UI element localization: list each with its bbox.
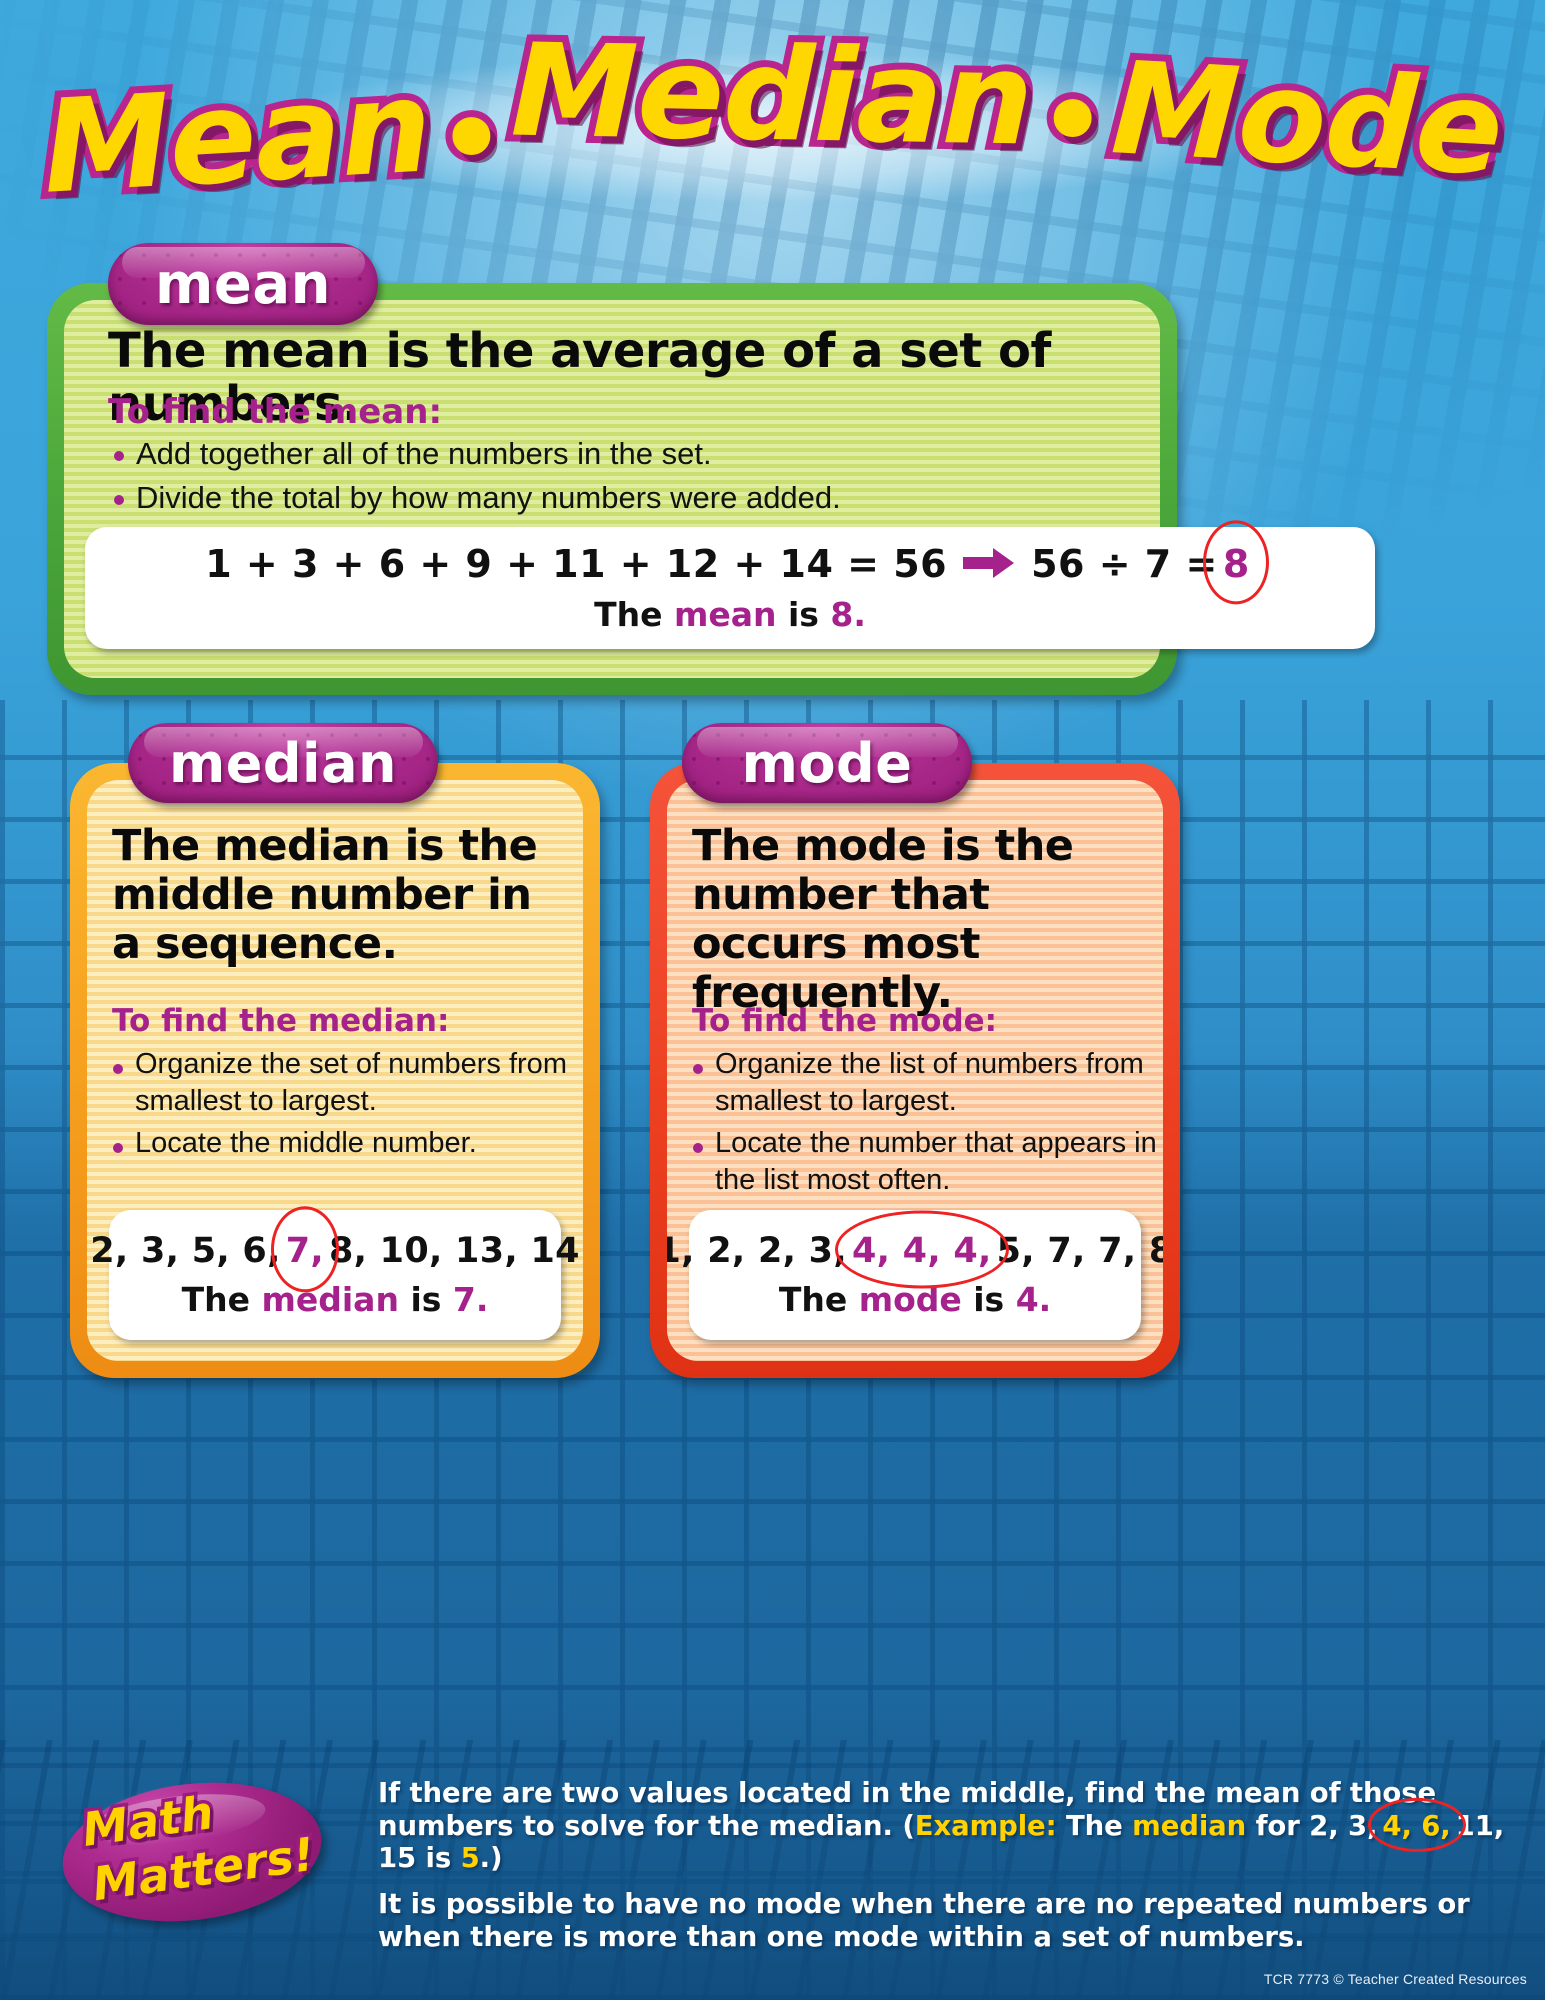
mean-answer-value: 8 xyxy=(1222,542,1250,586)
mean-result-prefix: The xyxy=(594,595,674,634)
median-seq-after: 8, 10, 13, 14 xyxy=(328,1231,580,1271)
mode-to-find-label: To find the mode: xyxy=(692,1003,998,1039)
median-result-sentence: The median is 7. xyxy=(182,1280,489,1319)
mode-result-value: 4. xyxy=(1015,1280,1052,1319)
mode-badge: mode xyxy=(682,723,972,803)
median-seq-before: 2, 3, 5, 6, xyxy=(90,1231,281,1271)
mode-seq-after: 5, 7, 7, 8 xyxy=(996,1231,1163,1271)
mean-bullet-list: Add together all of the numbers in the s… xyxy=(110,432,1110,520)
list-item: Locate the middle number. xyxy=(109,1125,579,1162)
mode-highlight-circled: 4, 4, 4, xyxy=(834,1210,1009,1289)
list-item: Locate the number that appears in the li… xyxy=(689,1125,1159,1199)
median-badge: median xyxy=(128,723,438,803)
list-item: Organize the set of numbers from smalles… xyxy=(109,1046,579,1120)
mode-highlight-value: 4, 4, 4, xyxy=(851,1231,992,1271)
median-bullet-list: Organize the set of numbers from smalles… xyxy=(109,1046,579,1167)
mode-headline: The mode is the number that occurs most … xyxy=(692,821,1074,1019)
mean-badge: mean xyxy=(108,243,378,325)
mean-answer-circled: 8 xyxy=(1203,520,1270,605)
footer-p1-e: .) xyxy=(479,1842,503,1875)
mode-result-sentence: The mode is 4. xyxy=(779,1280,1051,1319)
footer-circled-values: 4, 6, xyxy=(1367,1797,1466,1852)
mode-example-box: 1, 2, 2, 3, 4, 4, 4, 5, 7, 7, 8 The mode i… xyxy=(667,1210,1163,1340)
math-matters-badge: Math Matters! xyxy=(28,1758,358,1938)
mean-to-find-label: To find the mean: xyxy=(108,392,443,432)
mean-equation: 1 + 3 + 6 + 9 + 11 + 12 + 14 = 56 56 ÷ 7… xyxy=(205,520,1270,605)
footer-p1-c: for 2, 3, xyxy=(1246,1809,1378,1842)
mean-result-sentence: The mean is 8. xyxy=(594,595,866,634)
median-headline: The median is the middle number in a seq… xyxy=(112,821,538,970)
list-item: Divide the total by how many numbers wer… xyxy=(110,476,1110,520)
median-to-find-label: To find the median: xyxy=(112,1003,450,1039)
mode-panel-inner: The mode is the number that occurs most … xyxy=(667,780,1163,1361)
mean-result-middle: is xyxy=(776,595,831,634)
footer-example-label: Example: xyxy=(914,1809,1057,1842)
mode-panel: The mode is the number that occurs most … xyxy=(650,763,1180,1378)
median-result-value: 7. xyxy=(452,1280,489,1319)
footer-median-word: median xyxy=(1132,1809,1247,1842)
mean-division-expression: 56 ÷ 7 = xyxy=(1031,542,1218,586)
mode-badge-label: mode xyxy=(741,731,913,795)
mode-result-middle: is xyxy=(961,1280,1016,1319)
median-result-middle: is xyxy=(398,1280,453,1319)
median-badge-label: median xyxy=(169,731,397,795)
median-example-box: 2, 3, 5, 6, 7, 8, 10, 13, 14 The median is… xyxy=(90,1206,579,1340)
median-highlight-value: 7, xyxy=(285,1231,324,1271)
list-item: Add together all of the numbers in the s… xyxy=(110,432,1110,476)
mode-bullet-list: Organize the list of numbers from smalle… xyxy=(689,1046,1159,1204)
mean-result-value: 8. xyxy=(830,595,866,634)
arrow-right-icon xyxy=(963,544,1015,588)
mode-result-prefix: The xyxy=(778,1280,859,1319)
poster: Mean•Median•Mode The mean is the average… xyxy=(0,0,1545,2000)
footer-paragraph-2: It is possible to have no mode when ther… xyxy=(378,1888,1470,1953)
mean-sum-expression: 1 + 3 + 6 + 9 + 11 + 12 + 14 = 56 xyxy=(205,542,948,586)
list-item: Organize the list of numbers from smalle… xyxy=(689,1046,1159,1120)
mean-badge-label: mean xyxy=(155,251,331,317)
median-sequence: 2, 3, 5, 6, 7, 8, 10, 13, 14 xyxy=(90,1206,580,1293)
mean-example-box: 1 + 3 + 6 + 9 + 11 + 12 + 14 = 56 56 ÷ 7… xyxy=(85,520,1375,649)
median-result-term: median xyxy=(261,1280,399,1319)
median-result-prefix: The xyxy=(181,1280,262,1319)
footer-circled-text: 4, 6, xyxy=(1382,1809,1451,1842)
mode-seq-before: 1, 2, 2, 3, xyxy=(667,1231,847,1271)
footer-p1-value: 5 xyxy=(460,1842,480,1875)
copyright-text: TCR 7773 © Teacher Created Resources xyxy=(1263,1971,1527,1987)
footer-paragraph-1: If there are two values located in the m… xyxy=(378,1777,1523,1875)
median-panel-inner: The median is the middle number in a seq… xyxy=(87,780,583,1361)
mode-result-term: mode xyxy=(858,1280,962,1319)
median-highlight-circled: 7, xyxy=(270,1206,339,1293)
median-panel: The median is the middle number in a seq… xyxy=(70,763,600,1378)
footer-p1-b: The xyxy=(1056,1809,1133,1842)
mean-result-term: mean xyxy=(673,595,777,634)
mode-sequence: 1, 2, 2, 3, 4, 4, 4, 5, 7, 7, 8 xyxy=(667,1210,1163,1289)
